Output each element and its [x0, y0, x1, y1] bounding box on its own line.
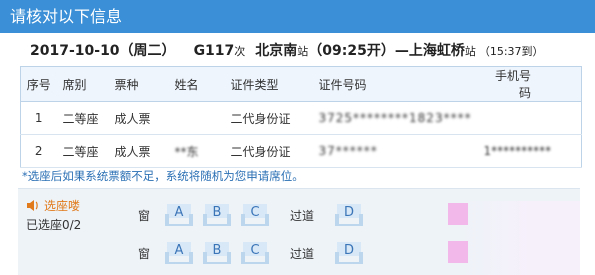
- table-row: 2 二等座 成人票 **东 二代身份证 37****** 1**********: [20, 134, 582, 168]
- seat-b-label: B: [212, 205, 222, 220]
- seat-d-label: D: [343, 243, 354, 258]
- row-id-type: 二代身份证: [224, 101, 313, 135]
- seat-selection-panel: 选座喽 已选座0/2 窗 A B C 过道 D 窗 A B C 过道 D: [18, 188, 580, 275]
- row-seat: 二等座: [56, 134, 109, 168]
- col-header-id-type: 证件类型: [224, 66, 313, 102]
- passenger-table: 序号 席别 票种 姓名 证件类型 证件号码 手机号码 1 二等座 成人票 二代身…: [20, 66, 582, 168]
- depart-time: （09:25开）: [308, 43, 395, 59]
- row-seat: 二等座: [56, 101, 109, 135]
- train-number: G117: [193, 43, 235, 59]
- row-no: 2: [20, 134, 57, 168]
- row-name: **东: [168, 134, 225, 168]
- row-id-type: 二代身份证: [224, 134, 313, 168]
- col-header-no: 序号: [20, 66, 57, 102]
- seat-b[interactable]: B: [201, 202, 233, 228]
- trip-date: 2017-10-10（周二）: [30, 43, 176, 59]
- dialog-title: 请核对以下信息: [0, 0, 595, 33]
- row-id-no: 3725********1823****: [312, 101, 478, 135]
- from-suffix: 站: [297, 45, 309, 58]
- seat-d[interactable]: D: [333, 202, 365, 228]
- window-label: 窗: [137, 246, 150, 261]
- col-header-ticket: 票种: [108, 66, 169, 102]
- row-phone: 1**********: [477, 134, 582, 168]
- from-station: 北京南: [255, 43, 298, 59]
- seat-c-label: C: [250, 205, 260, 220]
- row-phone: [477, 101, 582, 135]
- seat-b[interactable]: B: [201, 240, 233, 266]
- seat-d-label: D: [343, 205, 354, 220]
- seat-c[interactable]: C: [239, 202, 271, 228]
- trip-info: 2017-10-10（周二） G117 次 北京南站 （09:25开） — 上海虹…: [30, 40, 544, 62]
- seat-a-label: A: [174, 243, 184, 258]
- seat-row-2: 窗 A B C 过道 D: [128, 237, 368, 269]
- seat-count: 已选座0/2: [26, 218, 82, 232]
- row-ticket: 成人票: [108, 134, 169, 168]
- window-label: 窗: [137, 208, 150, 223]
- train-suffix: 次: [234, 45, 246, 58]
- seat-d[interactable]: D: [333, 240, 365, 266]
- seat-select-label: 选座喽: [26, 197, 80, 214]
- to-suffix: 站: [464, 45, 476, 58]
- table-header-row: 序号 席别 票种 姓名 证件类型 证件号码 手机号码: [20, 66, 582, 102]
- row-ticket: 成人票: [108, 101, 169, 135]
- aisle-label: 过道: [289, 246, 314, 261]
- speaker-icon: [27, 200, 38, 211]
- row-no: 1: [20, 101, 57, 135]
- col-header-phone: 手机号码: [477, 66, 582, 102]
- seat-c-label: C: [250, 243, 260, 258]
- row-id-no: 37******: [312, 134, 478, 168]
- to-station: 上海虹桥: [408, 43, 465, 59]
- row-name: [168, 101, 225, 135]
- seat-a[interactable]: A: [163, 240, 195, 266]
- seat-a[interactable]: A: [163, 202, 195, 228]
- table-row: 1 二等座 成人票 二代身份证 3725********1823****: [20, 101, 582, 135]
- aisle-label: 过道: [289, 208, 314, 223]
- seat-f-partial[interactable]: [448, 203, 468, 225]
- col-header-seat: 席别: [56, 66, 109, 102]
- faded-overlay: [460, 201, 580, 275]
- seat-select-label-text: 选座喽: [44, 199, 81, 213]
- arrive-time: （15:37到）: [478, 45, 544, 58]
- seat-a-label: A: [174, 205, 184, 220]
- seat-b-label: B: [212, 243, 222, 258]
- seat-row-1: 窗 A B C 过道 D: [128, 199, 368, 231]
- seat-notice: *选座后如果系统票额不足，系统将随机为您申请席位。: [22, 169, 304, 183]
- route-arrow: —: [394, 43, 409, 59]
- seat-c[interactable]: C: [239, 240, 271, 266]
- col-header-name: 姓名: [168, 66, 225, 102]
- col-header-id-no: 证件号码: [312, 66, 478, 102]
- seat-f-partial[interactable]: [448, 241, 468, 263]
